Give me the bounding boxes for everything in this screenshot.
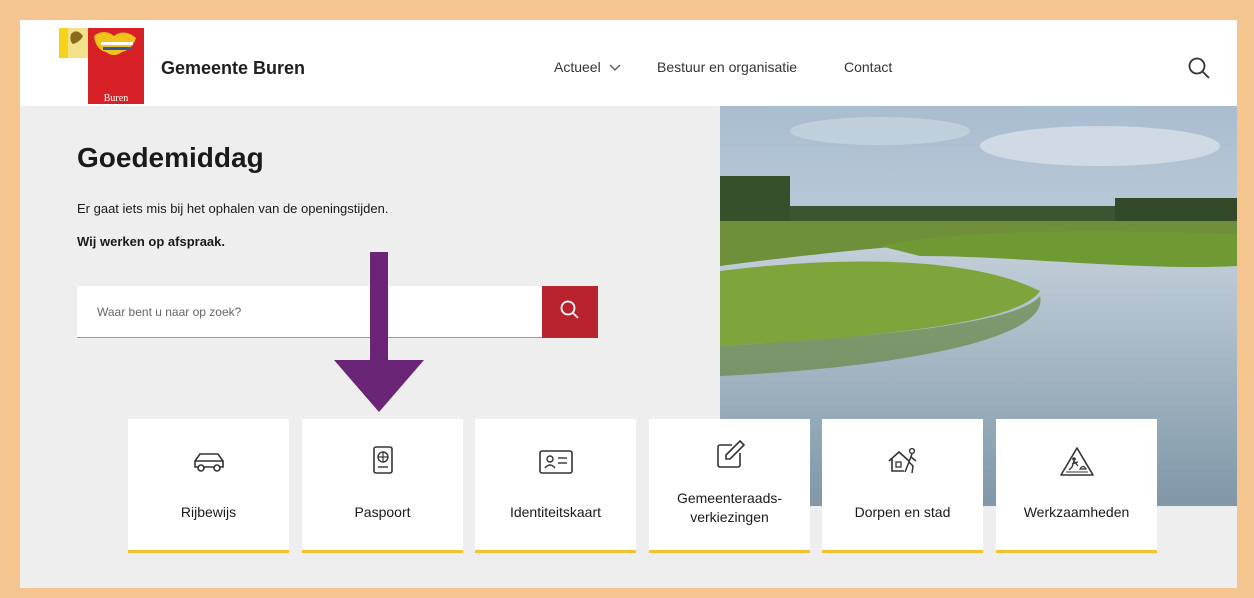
annotation-arrow-down-icon bbox=[334, 252, 424, 412]
tile-gemeenteraadsverkiezingen[interactable]: Gemeenteraads- verkiezingen bbox=[649, 419, 810, 553]
search-input[interactable] bbox=[97, 286, 537, 338]
chevron-down-icon bbox=[609, 59, 621, 75]
appointment-notice: Wij werken op afspraak. bbox=[77, 234, 225, 249]
search-submit-button[interactable] bbox=[542, 286, 598, 338]
nav-item-label: Actueel bbox=[554, 59, 601, 75]
municipality-logo[interactable]: Buren bbox=[59, 28, 149, 106]
id-card-icon bbox=[536, 445, 576, 479]
tile-werkzaamheden[interactable]: Werkzaamheden bbox=[996, 419, 1157, 553]
passport-icon bbox=[363, 445, 403, 479]
edit-icon bbox=[710, 439, 750, 479]
header-search-button[interactable] bbox=[1187, 56, 1213, 82]
tile-label: Rijbewijs bbox=[180, 504, 237, 520]
opening-hours-error: Er gaat iets mis bij het ophalen van de … bbox=[77, 201, 389, 216]
tile-label: Dorpen en stad bbox=[854, 504, 951, 520]
tile-label-line: Gemeenteraads- bbox=[676, 490, 783, 506]
nav-item-contact[interactable]: Contact bbox=[844, 59, 892, 75]
site-header: Buren Gemeente Buren Actueel Bestuur en … bbox=[20, 20, 1237, 106]
tile-paspoort[interactable]: Paspoort bbox=[302, 419, 463, 553]
logo-wordmark: Buren bbox=[104, 93, 128, 104]
tile-dorpen-en-stad[interactable]: Dorpen en stad bbox=[822, 419, 983, 553]
tile-label: Paspoort bbox=[354, 504, 411, 520]
search-icon bbox=[559, 299, 581, 326]
greeting-heading: Goedemiddag bbox=[77, 142, 264, 173]
house-walker-icon bbox=[883, 445, 923, 479]
roadwork-sign-icon bbox=[1057, 445, 1097, 479]
car-icon bbox=[189, 445, 229, 479]
nav-item-actueel[interactable]: Actueel bbox=[554, 59, 621, 75]
tile-label: Identiteitskaart bbox=[509, 504, 602, 520]
tile-identiteitskaart[interactable]: Identiteitskaart bbox=[475, 419, 636, 553]
nav-item-bestuur[interactable]: Bestuur en organisatie bbox=[657, 59, 797, 75]
tile-label: Gemeenteraads- verkiezingen bbox=[649, 489, 810, 527]
tile-label: Werkzaamheden bbox=[1023, 504, 1130, 520]
search-icon bbox=[1187, 57, 1213, 86]
browser-viewport: Buren Gemeente Buren Actueel Bestuur en … bbox=[20, 20, 1237, 588]
site-name[interactable]: Gemeente Buren bbox=[161, 58, 305, 79]
tile-label-line: verkiezingen bbox=[690, 509, 769, 525]
tile-rijbewijs[interactable]: Rijbewijs bbox=[128, 419, 289, 553]
search-field-container bbox=[77, 286, 542, 338]
